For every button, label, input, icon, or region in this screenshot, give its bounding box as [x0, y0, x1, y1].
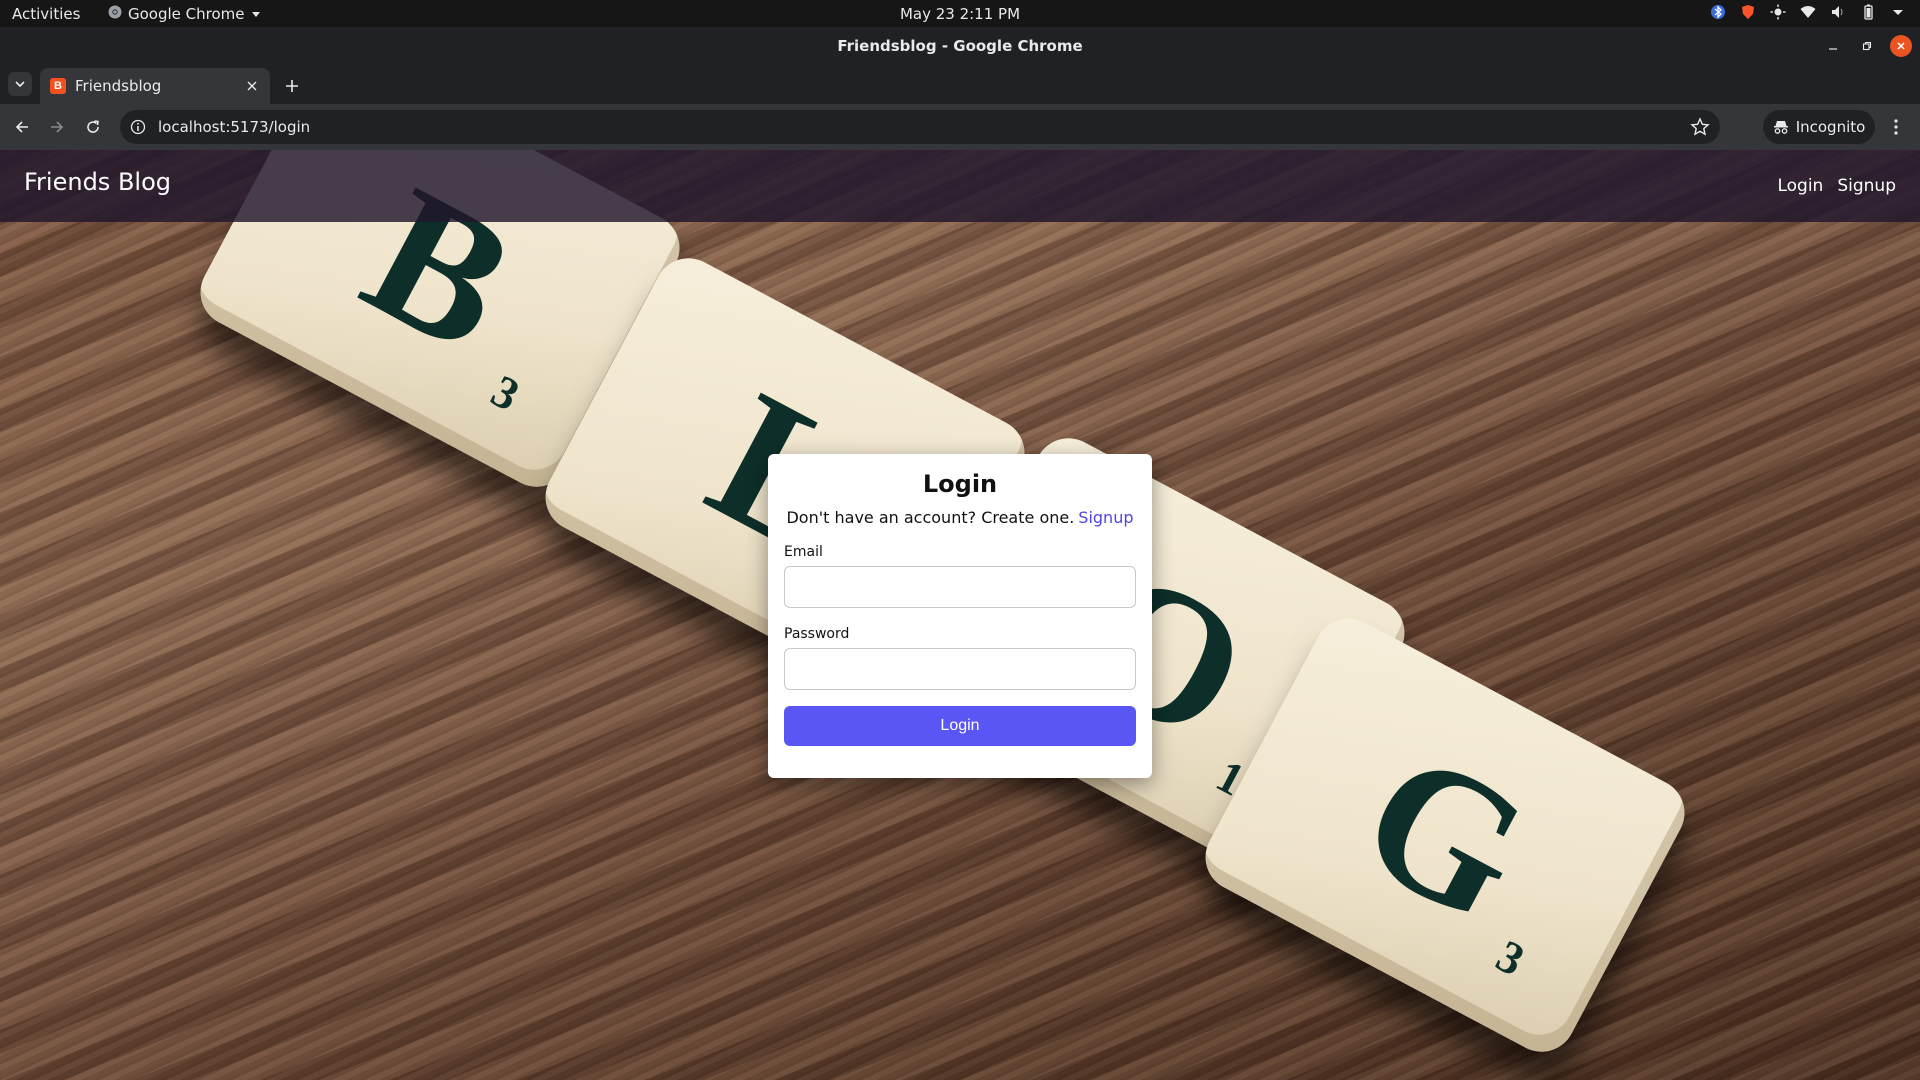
incognito-profile-button[interactable]: Incognito	[1763, 110, 1875, 144]
close-icon	[247, 81, 257, 91]
kebab-menu-icon	[1894, 119, 1898, 135]
browser-toolbar: localhost:5173/login Incognito	[0, 104, 1920, 150]
window-title-bar: Friendsblog - Google Chrome	[0, 27, 1920, 64]
url-text[interactable]: localhost:5173/login	[158, 118, 1690, 136]
site-navbar: Friends Blog Login Signup	[0, 150, 1920, 222]
page-viewport: B 3 L O 1 G 3 Friends Blog Login Signup …	[0, 150, 1920, 1080]
restore-button[interactable]	[1856, 35, 1878, 57]
close-window-button[interactable]	[1890, 35, 1912, 57]
close-icon	[1897, 42, 1905, 50]
chrome-icon	[108, 5, 122, 23]
password-field[interactable]	[784, 648, 1136, 690]
signup-prompt-text: Don't have an account? Create one.	[786, 508, 1075, 527]
app-menu[interactable]: Google Chrome	[108, 5, 261, 23]
new-tab-button[interactable]	[280, 74, 304, 98]
bluetooth-indicator-icon[interactable]	[1710, 4, 1726, 20]
blogger-favicon-icon: B	[50, 78, 66, 94]
site-info-icon[interactable]	[130, 119, 146, 135]
bookmark-star-icon[interactable]	[1690, 117, 1710, 137]
reload-icon	[87, 120, 99, 133]
tab-close-button[interactable]	[242, 76, 262, 96]
arrow-right-icon	[51, 121, 64, 133]
login-card: Login Don't have an account? Create one.…	[768, 454, 1152, 778]
system-tray[interactable]	[1710, 4, 1906, 20]
wifi-icon[interactable]	[1800, 4, 1816, 20]
incognito-icon	[1773, 121, 1788, 134]
volume-icon[interactable]	[1830, 4, 1846, 20]
window-title: Friendsblog - Google Chrome	[837, 37, 1083, 55]
minimize-icon	[1829, 48, 1837, 50]
caret-down-icon	[251, 5, 261, 23]
tab-title: Friendsblog	[75, 77, 162, 95]
signup-link[interactable]: Signup	[1078, 508, 1133, 527]
site-brand[interactable]: Friends Blog	[24, 168, 171, 196]
battery-icon[interactable]	[1860, 4, 1876, 20]
clock[interactable]: May 23 2:11 PM	[900, 5, 1020, 23]
system-menu-caret-icon[interactable]	[1890, 4, 1906, 20]
chevron-down-icon	[15, 81, 25, 88]
login-heading: Login	[922, 470, 998, 498]
arrow-left-icon	[15, 121, 28, 133]
nav-login-link[interactable]: Login	[1777, 176, 1823, 196]
reload-button[interactable]	[79, 113, 107, 141]
password-label: Password	[784, 626, 850, 642]
login-submit-button[interactable]: Login	[784, 706, 1136, 746]
activities-button[interactable]: Activities	[12, 5, 80, 23]
email-field[interactable]	[784, 566, 1136, 608]
email-label: Email	[784, 544, 823, 560]
signup-prompt: Don't have an account? Create one. Signup	[768, 508, 1152, 527]
nav-links: Login Signup	[1777, 176, 1896, 196]
back-button[interactable]	[8, 113, 36, 141]
app-menu-label: Google Chrome	[128, 5, 245, 23]
address-bar[interactable]: localhost:5173/login	[120, 110, 1720, 144]
incognito-label: Incognito	[1795, 118, 1866, 136]
tab-friendsblog[interactable]: B Friendsblog	[40, 68, 270, 104]
forward-button[interactable]	[43, 113, 71, 141]
brave-shield-icon[interactable]	[1740, 4, 1756, 20]
plus-icon	[286, 80, 298, 92]
brightness-icon[interactable]	[1770, 4, 1786, 20]
nav-signup-link[interactable]: Signup	[1837, 176, 1896, 196]
system-top-bar: Activities Google Chrome May 23 2:11 PM	[0, 0, 1920, 27]
restore-icon	[1862, 41, 1872, 51]
tab-strip: B Friendsblog	[0, 64, 1920, 104]
minimize-button[interactable]	[1822, 35, 1844, 57]
tab-search-button[interactable]	[8, 72, 32, 96]
chrome-menu-button[interactable]	[1884, 115, 1908, 139]
